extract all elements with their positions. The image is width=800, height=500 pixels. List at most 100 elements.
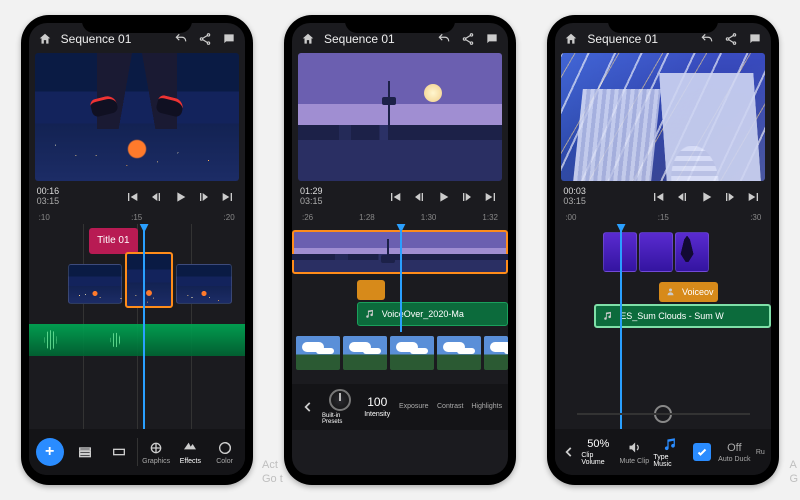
home-icon[interactable] (300, 31, 316, 47)
param-label: Exposure (399, 403, 429, 410)
control-label: Ru (756, 449, 765, 456)
title-clip[interactable]: Title 01 (89, 228, 137, 254)
video-clip[interactable] (176, 264, 232, 304)
audio-waveform[interactable] (29, 324, 245, 356)
video-preview[interactable] (298, 53, 502, 181)
share-icon[interactable] (723, 31, 739, 47)
skip-start-icon[interactable] (649, 188, 667, 206)
ruler-tick: :15 (131, 213, 142, 222)
comment-icon[interactable] (221, 31, 237, 47)
skip-end-icon[interactable] (219, 188, 237, 206)
timeline[interactable]: Voiceov ES_Sum Clouds - Sum W (555, 224, 771, 429)
ruler-tick: :20 (224, 213, 235, 222)
tab-label: Effects (180, 458, 201, 465)
sequence-title[interactable]: Sequence 01 (587, 32, 691, 46)
share-icon[interactable] (197, 31, 213, 47)
play-icon[interactable] (434, 188, 452, 206)
undo-icon[interactable] (436, 31, 452, 47)
graphics-icon (148, 440, 164, 456)
intensity-control[interactable]: 100Intensity (360, 395, 395, 418)
plus-icon: + (36, 438, 64, 466)
autoduck-control[interactable]: OffAuto Duck (717, 442, 751, 463)
control-label: Type Music (653, 454, 687, 468)
step-back-icon[interactable] (410, 188, 428, 206)
param-exposure[interactable]: Exposure (396, 403, 431, 410)
preset-thumb[interactable]: Exposure (437, 336, 481, 370)
clip-icon (111, 444, 127, 460)
presets-knob[interactable]: Built-in Presets (322, 389, 358, 425)
clip-label: VoiceOver_2020-Ma (382, 309, 464, 319)
step-fwd-icon[interactable] (458, 188, 476, 206)
undo-icon[interactable] (699, 31, 715, 47)
voiceover-clip[interactable]: Voiceov (659, 282, 718, 302)
skip-start-icon[interactable] (386, 188, 404, 206)
skip-start-icon[interactable] (123, 188, 141, 206)
scrub-track[interactable] (577, 413, 750, 415)
clip-volume-control[interactable]: 50%Clip Volume (581, 438, 615, 466)
skip-end-icon[interactable] (482, 188, 500, 206)
step-back-icon[interactable] (147, 188, 165, 206)
ruler-tick: :26 (302, 213, 313, 222)
playhead[interactable] (620, 224, 622, 429)
add-button[interactable]: + (33, 438, 67, 466)
voiceover-clip[interactable]: VoiceOver_2020-Ma (357, 302, 508, 326)
timeline[interactable]: VoiceOver_2020-Ma (292, 224, 508, 332)
check-icon (693, 443, 711, 461)
comment-icon[interactable] (484, 31, 500, 47)
play-icon[interactable] (697, 188, 715, 206)
video-clip[interactable] (675, 232, 709, 272)
timecode-total: 03:15 (300, 197, 323, 207)
tab-label: Color (216, 458, 233, 465)
sequence-title[interactable]: Sequence 01 (324, 32, 428, 46)
overflow-control[interactable]: Ru (753, 449, 767, 456)
home-icon[interactable] (37, 31, 53, 47)
back-button[interactable] (296, 399, 320, 415)
effects-icon (182, 440, 198, 456)
voiceover-clip-handle[interactable] (357, 280, 385, 300)
comment-icon[interactable] (747, 31, 763, 47)
chevron-left-icon (561, 444, 577, 460)
clip-volume-value: 50% (587, 438, 609, 450)
tool-layers[interactable] (69, 444, 101, 460)
step-fwd-icon[interactable] (195, 188, 213, 206)
app-screen: Sequence 01 00:16 03:15 :10 :15 :20 (29, 23, 245, 475)
time-ruler[interactable]: :00 :15 :30 (555, 213, 771, 222)
step-back-icon[interactable] (673, 188, 691, 206)
video-preview[interactable] (35, 53, 239, 181)
watermark-text: ActGo t (262, 458, 283, 486)
type-control[interactable]: Type Music (653, 436, 687, 468)
time-ruler[interactable]: :10 :15 :20 (29, 213, 245, 222)
param-highlights[interactable]: Highlights (469, 403, 504, 410)
playhead[interactable] (400, 224, 402, 332)
layers-icon (77, 444, 93, 460)
tool-clip[interactable] (103, 444, 135, 460)
preset-thumb[interactable]: Cinematic (296, 336, 340, 370)
play-icon[interactable] (171, 188, 189, 206)
phone-notch (345, 15, 455, 33)
preset-thumb[interactable] (484, 336, 508, 370)
back-button[interactable] (559, 444, 579, 460)
home-icon[interactable] (563, 31, 579, 47)
ruler-tick: :30 (750, 213, 761, 222)
mute-control[interactable]: Mute Clip (617, 440, 651, 465)
param-contrast[interactable]: Contrast (433, 403, 468, 410)
playhead[interactable] (143, 224, 145, 429)
video-clip[interactable] (639, 232, 673, 272)
autoduck-value: Off (727, 442, 741, 454)
share-icon[interactable] (460, 31, 476, 47)
watermark-text: AG (789, 458, 798, 486)
tab-effects[interactable]: Effects (174, 440, 206, 465)
toggle-check[interactable] (689, 443, 715, 461)
time-ruler[interactable]: :26 1:28 1:30 1:32 (292, 213, 508, 222)
video-preview[interactable] (561, 53, 765, 181)
tab-graphics[interactable]: Graphics (140, 440, 172, 465)
preset-strip[interactable]: Cinematic Film SL Kodak Exposure (292, 334, 508, 384)
sequence-title[interactable]: Sequence 01 (61, 32, 165, 46)
step-fwd-icon[interactable] (721, 188, 739, 206)
timeline[interactable]: Title 01 (29, 224, 245, 429)
tab-color[interactable]: Color (208, 440, 240, 465)
skip-end-icon[interactable] (745, 188, 763, 206)
preset-thumb[interactable]: Film (343, 336, 387, 370)
preset-thumb[interactable]: SL Kodak (390, 336, 434, 370)
undo-icon[interactable] (173, 31, 189, 47)
